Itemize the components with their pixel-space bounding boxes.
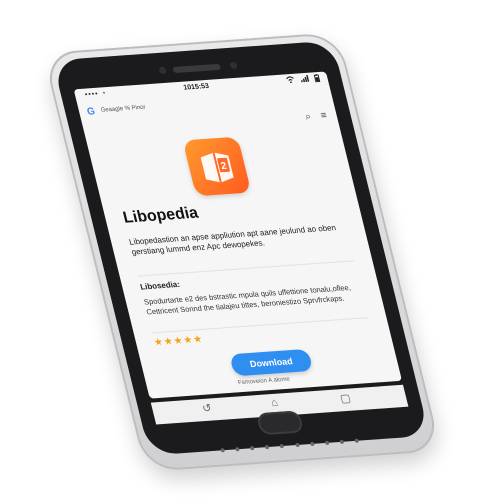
battery-icon bbox=[313, 74, 321, 84]
status-time: 1015:53 bbox=[182, 82, 210, 92]
sensor-dot bbox=[158, 66, 167, 75]
status-icons bbox=[285, 74, 321, 86]
grille-dot bbox=[324, 440, 330, 446]
app-title: Libopedia bbox=[121, 204, 200, 227]
grille-dot bbox=[309, 441, 315, 447]
search-icon[interactable]: ⌕ bbox=[304, 111, 312, 122]
divider bbox=[137, 260, 355, 277]
menu-icon[interactable]: ≡ bbox=[320, 110, 328, 121]
google-g-icon: G bbox=[85, 106, 97, 118]
camera-dot bbox=[229, 61, 238, 70]
wifi-icon bbox=[285, 76, 296, 87]
app-icon: 2 bbox=[182, 136, 252, 197]
grille-dot bbox=[249, 446, 255, 451]
phone: •••• ◔ 1015:53 G Geaagle % Pinor ⌕ ≡ 2 L… bbox=[42, 32, 442, 472]
url-text[interactable]: Geaagle % Pinor bbox=[100, 105, 146, 114]
home-button[interactable] bbox=[255, 410, 305, 436]
grille-dot bbox=[339, 439, 345, 444]
grille-dot bbox=[354, 438, 360, 443]
grille-dot bbox=[279, 443, 285, 449]
section-title: Libosedia: bbox=[139, 279, 181, 292]
app-description: Libopedastion an apse appliution apt aan… bbox=[128, 223, 337, 257]
download-subtext: Fsmoveion A alome bbox=[237, 376, 291, 387]
rating-stars: ★★★★★ bbox=[152, 334, 205, 349]
grille-dot bbox=[264, 444, 270, 450]
grille-dot bbox=[220, 448, 226, 453]
home-icon[interactable]: ⌂ bbox=[270, 397, 280, 409]
phone-scene: •••• ◔ 1015:53 G Geaagle % Pinor ⌕ ≡ 2 L… bbox=[0, 0, 500, 500]
signal-icon bbox=[300, 74, 310, 86]
phone-front: •••• ◔ 1015:53 G Geaagle % Pinor ⌕ ≡ 2 L… bbox=[52, 40, 430, 456]
grille-dot bbox=[294, 442, 300, 448]
book-icon: 2 bbox=[200, 152, 234, 183]
back-icon[interactable]: ↺ bbox=[201, 401, 213, 415]
grille-dot bbox=[235, 447, 241, 452]
divider bbox=[151, 317, 369, 334]
earpiece bbox=[172, 63, 222, 74]
signal-dots: •••• ◔ bbox=[84, 90, 108, 99]
download-button[interactable]: Download bbox=[229, 348, 314, 377]
recents-icon[interactable]: ▢ bbox=[339, 392, 352, 406]
